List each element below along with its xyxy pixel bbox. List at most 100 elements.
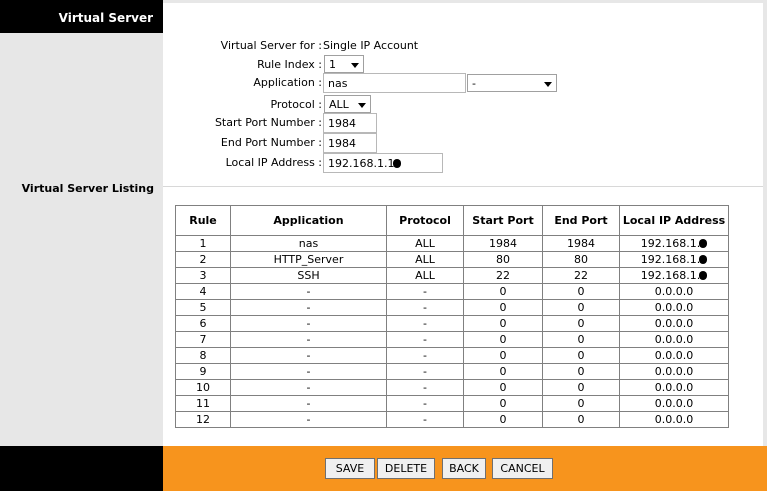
cell-application: SSH	[230, 267, 387, 284]
table-row: 7 - - 0 0 0.0.0.0	[175, 331, 729, 348]
local-ip-label: Local IP Address :	[225, 156, 322, 169]
cell-rule: 9	[175, 363, 231, 380]
cell-local-ip: 0.0.0.0	[619, 395, 729, 412]
cell-local-ip: 0.0.0.0	[619, 411, 729, 428]
local-ip-row: Local IP Address : 192.168.1.1	[163, 153, 763, 173]
application-select[interactable]: -	[467, 74, 557, 92]
cell-text: ALL	[415, 269, 435, 282]
section-header: Virtual Server	[0, 0, 163, 33]
col-header-start-port: Start Port	[463, 205, 543, 236]
cell-text: 0	[499, 397, 507, 410]
rule-index-select[interactable]: 1	[324, 55, 364, 73]
vs-for-label: Virtual Server for :	[220, 39, 322, 52]
cell-start-port: 0	[463, 347, 543, 364]
cell-text: 9	[199, 365, 207, 378]
cell-application: -	[230, 283, 387, 300]
table-header-row: Rule Application Protocol Start Port End…	[175, 205, 729, 236]
cell-text: -	[423, 349, 427, 362]
application-row: Application : nas -	[163, 73, 763, 93]
cell-text: -	[423, 317, 427, 330]
cell-text: -	[423, 333, 427, 346]
virtual-server-table: Rule Application Protocol Start Port End…	[175, 205, 729, 428]
cell-text: 0	[577, 413, 585, 426]
cell-text: -	[306, 301, 311, 314]
cell-rule: 1	[175, 235, 231, 252]
cell-text: -	[423, 397, 427, 410]
cell-end-port: 0	[542, 411, 620, 428]
cell-text: 80	[574, 253, 588, 266]
cell-text: 192.168.1.	[640, 253, 701, 266]
end-port-row: End Port Number : 1984	[163, 133, 763, 153]
cell-protocol: ALL	[386, 267, 464, 284]
table-row: 10 - - 0 0 0.0.0.0	[175, 379, 729, 396]
cell-protocol: -	[386, 363, 464, 380]
cell-text: 0.0.0.0	[654, 365, 694, 378]
cell-end-port: 1984	[542, 235, 620, 252]
table-row: 9 - - 0 0 0.0.0.0	[175, 363, 729, 380]
col-header-rule: Rule	[175, 205, 231, 236]
application-label: Application :	[253, 76, 322, 89]
cell-text: 22	[496, 269, 510, 282]
start-port-input[interactable]: 1984	[323, 113, 377, 133]
rule-index-value: 1	[329, 58, 336, 71]
chevron-down-icon	[351, 63, 359, 68]
cell-text: 0	[577, 285, 585, 298]
local-ip-input[interactable]: 192.168.1.1	[323, 153, 443, 173]
cell-text: -	[423, 413, 427, 426]
cell-text: -	[306, 397, 311, 410]
cell-protocol: ALL	[386, 251, 464, 268]
protocol-select[interactable]: ALL	[324, 95, 371, 113]
cell-application: nas	[230, 235, 387, 252]
back-button[interactable]: BACK	[442, 458, 486, 479]
cell-text: 192.168.1.	[640, 237, 701, 250]
cell-text: 0	[499, 349, 507, 362]
cell-start-port: 80	[463, 251, 543, 268]
end-port-input[interactable]: 1984	[323, 133, 377, 153]
cell-local-ip: 192.168.1.	[619, 235, 729, 252]
cell-protocol: -	[386, 395, 464, 412]
chevron-down-icon	[358, 103, 366, 108]
cell-rule: 5	[175, 299, 231, 316]
cell-text: 3	[199, 269, 207, 282]
cell-end-port: 80	[542, 251, 620, 268]
cell-end-port: 0	[542, 283, 620, 300]
cell-application: -	[230, 411, 387, 428]
local-ip-value: 192.168.1.1	[328, 157, 395, 170]
cell-text: -	[423, 365, 427, 378]
start-port-row: Start Port Number : 1984	[163, 113, 763, 133]
cell-rule: 8	[175, 347, 231, 364]
cell-local-ip: 0.0.0.0	[619, 315, 729, 332]
cancel-button[interactable]: CANCEL	[492, 458, 553, 479]
table-row: 4 - - 0 0 0.0.0.0	[175, 283, 729, 300]
redaction-mark	[699, 255, 708, 264]
cell-text: 2	[199, 253, 207, 266]
table-row: 11 - - 0 0 0.0.0.0	[175, 395, 729, 412]
table-row: 2 HTTP_Server ALL 80 80 192.168.1.	[175, 251, 729, 268]
cell-text: 80	[496, 253, 510, 266]
cell-end-port: 0	[542, 363, 620, 380]
vs-for-value: Single IP Account	[323, 39, 419, 52]
listing-section-label: Virtual Server Listing	[21, 182, 154, 195]
col-header-local-ip: Local IP Address	[619, 205, 729, 236]
start-port-label: Start Port Number :	[214, 116, 322, 129]
table-row: 1 nas ALL 1984 1984 192.168.1.	[175, 235, 729, 252]
chevron-down-icon	[544, 82, 552, 87]
protocol-value: ALL	[329, 98, 349, 111]
cell-application: -	[230, 395, 387, 412]
cell-text: 0	[577, 317, 585, 330]
application-select-value: -	[472, 77, 476, 90]
cell-protocol: -	[386, 379, 464, 396]
cell-local-ip: 0.0.0.0	[619, 363, 729, 380]
cell-end-port: 0	[542, 315, 620, 332]
application-input[interactable]: nas	[323, 73, 466, 93]
cell-end-port: 0	[542, 395, 620, 412]
cell-local-ip: 0.0.0.0	[619, 331, 729, 348]
cell-rule: 10	[175, 379, 231, 396]
cell-rule: 7	[175, 331, 231, 348]
cell-start-port: 0	[463, 315, 543, 332]
cell-text: 0	[577, 333, 585, 346]
cell-application: -	[230, 347, 387, 364]
cell-text: -	[306, 285, 311, 298]
delete-button[interactable]: DELETE	[377, 458, 435, 479]
save-button[interactable]: SAVE	[325, 458, 375, 479]
